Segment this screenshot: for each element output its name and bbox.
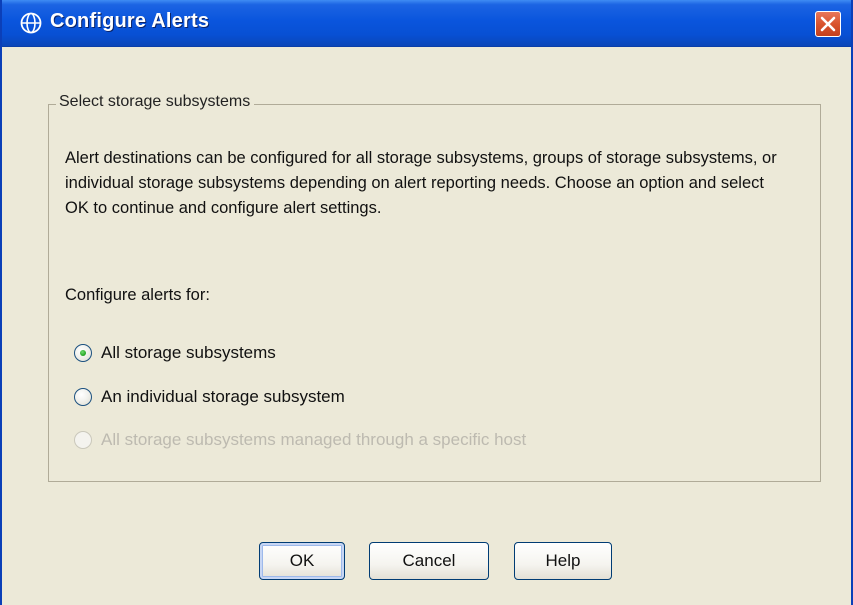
cancel-button[interactable]: Cancel xyxy=(369,542,489,580)
configure-alerts-label: Configure alerts for: xyxy=(65,286,210,304)
dialog-title: Configure Alerts xyxy=(50,10,210,32)
radio-selected-dot xyxy=(80,350,86,356)
globe-icon xyxy=(20,12,42,34)
close-icon xyxy=(820,16,836,32)
radio-button-disabled xyxy=(74,431,92,449)
radio-individual-storage-subsystem[interactable]: An individual storage subsystem xyxy=(74,384,345,410)
description-text: Alert destinations can be configured for… xyxy=(65,149,777,217)
radio-label: All storage subsystems managed through a… xyxy=(101,430,527,449)
radio-label: An individual storage subsystem xyxy=(101,387,345,406)
title-bar[interactable]: Configure Alerts xyxy=(2,0,851,47)
ok-button[interactable]: OK xyxy=(259,542,345,580)
radio-label: All storage subsystems xyxy=(101,343,276,362)
radio-all-storage-subsystems[interactable]: All storage subsystems xyxy=(74,340,276,366)
radio-button[interactable] xyxy=(74,388,92,406)
close-button[interactable] xyxy=(815,11,841,37)
radio-managed-through-host: All storage subsystems managed through a… xyxy=(74,427,526,453)
help-button[interactable]: Help xyxy=(514,542,612,580)
radio-button-selected[interactable] xyxy=(74,344,92,362)
groupbox-legend: Select storage subsystems xyxy=(56,93,255,111)
configure-alerts-dialog: Configure Alerts Select storage subsyste… xyxy=(0,0,853,605)
